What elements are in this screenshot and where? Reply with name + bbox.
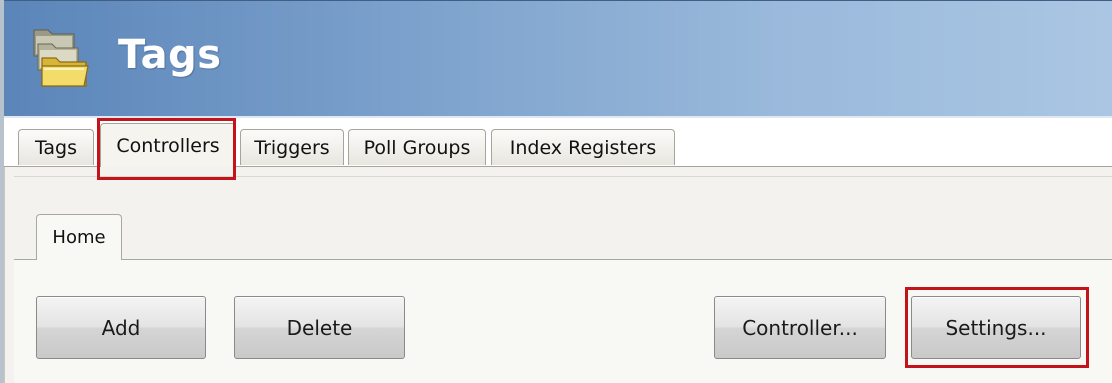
content-divider xyxy=(14,176,1112,177)
button-label: Settings... xyxy=(945,315,1047,340)
folder-stack-icon xyxy=(30,24,92,90)
tab-label: Poll Groups xyxy=(363,136,471,159)
button-label: Delete xyxy=(286,315,353,340)
tab-label: Tags xyxy=(34,136,78,159)
settings-button[interactable]: Settings... xyxy=(911,296,1081,359)
button-label: Add xyxy=(101,315,141,340)
tab-tags[interactable]: Tags xyxy=(18,129,94,165)
tab-index-registers[interactable]: Index Registers xyxy=(491,129,675,165)
tab-label: Controllers xyxy=(116,134,220,157)
subtab-home[interactable]: Home xyxy=(36,214,122,260)
page-title: Tags xyxy=(118,32,222,78)
subtab-label: Home xyxy=(52,227,106,248)
tab-label: Triggers xyxy=(254,136,330,159)
add-button[interactable]: Add xyxy=(36,296,206,359)
button-label: Controller... xyxy=(742,315,858,340)
controller-button[interactable]: Controller... xyxy=(714,296,886,359)
tab-label: Index Registers xyxy=(509,136,657,159)
tab-controllers[interactable]: Controllers xyxy=(100,123,236,167)
tab-triggers[interactable]: Triggers xyxy=(240,129,344,165)
tab-poll-groups[interactable]: Poll Groups xyxy=(348,129,486,165)
delete-button[interactable]: Delete xyxy=(234,296,405,359)
